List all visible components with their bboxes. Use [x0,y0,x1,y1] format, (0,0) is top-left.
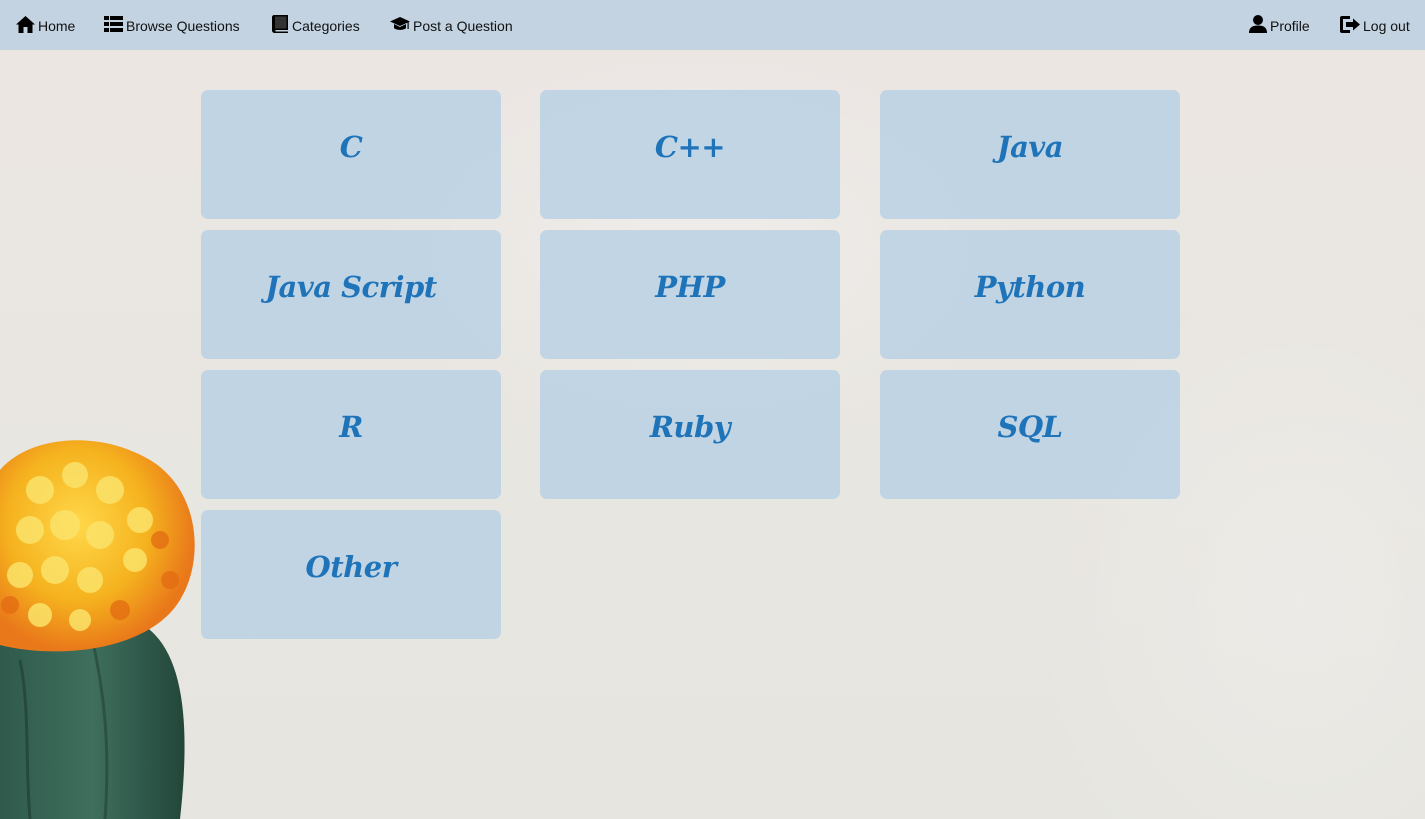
nav-profile-link[interactable]: Profile [1249,12,1310,36]
user-icon [1249,15,1267,33]
nav-categories-label: Categories [292,17,360,34]
category-label: PHP [655,270,725,304]
category-label: Java [996,130,1064,164]
nav-home-link[interactable]: Home [16,12,75,36]
nav-post-question-link[interactable]: Post a Question [390,12,513,36]
top-navbar: Home Browse Questions Categories Post a … [0,0,1425,50]
nav-logout-label: Log out [1363,17,1410,34]
nav-profile-label: Profile [1270,17,1310,34]
category-label: Python [974,270,1086,304]
category-card-php[interactable]: PHP [540,230,840,359]
nav-browse-label: Browse Questions [126,17,240,34]
book-icon [272,15,289,33]
category-card-other[interactable]: Other [201,510,501,639]
category-label: C++ [654,130,726,164]
category-card-python[interactable]: Python [880,230,1180,359]
nav-browse-questions-link[interactable]: Browse Questions [104,12,240,36]
home-icon [16,15,35,33]
category-card-r[interactable]: R [201,370,501,499]
category-label: Ruby [649,410,731,444]
category-card-java[interactable]: Java [880,90,1180,219]
list-icon [104,16,123,32]
logout-icon [1340,15,1360,33]
category-card-c[interactable]: C [201,90,501,219]
category-card-javascript[interactable]: Java Script [201,230,501,359]
nav-logout-link[interactable]: Log out [1340,12,1410,36]
category-card-ruby[interactable]: Ruby [540,370,840,499]
category-label: SQL [997,410,1063,444]
category-label: Other [305,550,397,584]
graduation-cap-icon [390,16,410,32]
category-label: Java Script [265,270,437,304]
category-label: R [339,410,363,444]
category-card-sql[interactable]: SQL [880,370,1180,499]
category-label: C [339,130,363,164]
cactus-decoration [0,440,195,819]
nav-categories-link[interactable]: Categories [272,12,360,36]
nav-home-label: Home [38,17,76,34]
nav-post-label: Post a Question [413,17,513,34]
category-card-cpp[interactable]: C++ [540,90,840,219]
